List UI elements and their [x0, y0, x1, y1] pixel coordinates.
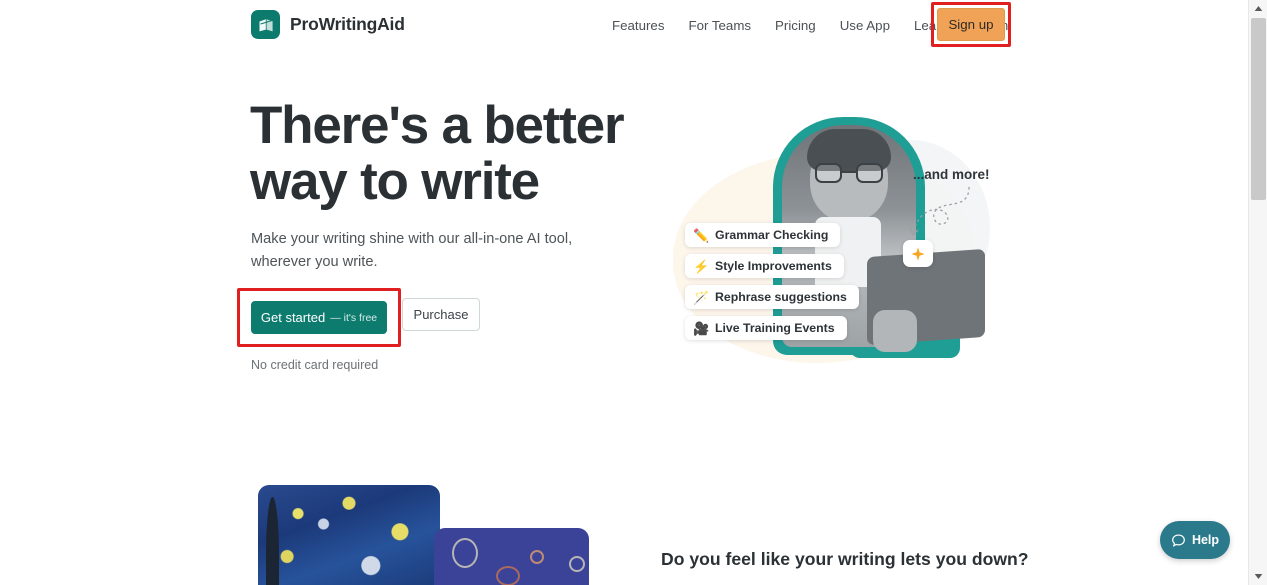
hero-illustration: ...and more! ✏️ Grammar Checking ⚡ Style… [655, 105, 1005, 370]
signup-button[interactable]: Sign up [937, 8, 1005, 41]
dotted-arrow-icon [909, 186, 970, 236]
brand-logo[interactable]: ProWritingAid [251, 10, 405, 39]
brand-name: ProWritingAid [290, 14, 405, 34]
feature-chip-label: Rephrase suggestions [715, 290, 847, 304]
feature-chip-style-improvements[interactable]: ⚡ Style Improvements [685, 254, 844, 278]
cypress-tree-shape [266, 497, 279, 585]
hero-subtitle: Make your writing shine with our all-in-… [251, 231, 573, 270]
nav-item-use-app[interactable]: Use App [828, 14, 902, 37]
starry-night-artwork [258, 485, 440, 585]
feature-chip-label: Style Improvements [715, 259, 832, 273]
video-camera-icon: 🎥 [693, 320, 710, 336]
magic-wand-icon: 🪄 [693, 289, 710, 305]
page-root: ProWritingAid Features For Teams Pricing… [0, 0, 1267, 585]
get-started-button[interactable]: Get started — it's free [251, 301, 387, 334]
signup-button-container: Sign up [931, 2, 1011, 47]
blue-spirals-artwork [434, 528, 589, 585]
vertical-scrollbar[interactable] [1248, 0, 1267, 585]
get-started-label: Get started [260, 310, 326, 325]
nav-item-features[interactable]: Features [600, 14, 676, 37]
get-started-container: Get started — it's free [237, 288, 401, 347]
purchase-button[interactable]: Purchase [402, 298, 480, 331]
no-credit-card-note: No credit card required [251, 358, 379, 372]
hero-title-line-2: way to write [250, 151, 540, 211]
nav-item-pricing[interactable]: Pricing [763, 14, 828, 37]
feature-chip-rephrase-suggestions[interactable]: 🪄 Rephrase suggestions [685, 285, 859, 309]
pencil-icon: ✏️ [693, 227, 710, 243]
hero-title-line-1: There's a better [250, 96, 625, 155]
feature-chip-label: Grammar Checking [715, 228, 829, 242]
feature-chip-live-training-events[interactable]: 🎥 Live Training Events [685, 316, 847, 340]
help-widget-label: Help [1191, 533, 1220, 547]
feature-chip-label: Live Training Events [715, 321, 835, 335]
book-logo-icon [251, 10, 280, 39]
nav-item-for-teams[interactable]: For Teams [676, 14, 763, 37]
lightning-icon: ⚡ [693, 258, 710, 274]
feature-chip-grammar-checking[interactable]: ✏️ Grammar Checking [685, 223, 841, 247]
help-widget-button[interactable]: Help [1160, 521, 1230, 559]
scroll-up-button[interactable] [1249, 0, 1267, 17]
chat-bubble-icon [1172, 533, 1185, 547]
and-more-annotation: ...and more! [913, 167, 990, 182]
section-heading: Do you feel like your writing lets you d… [661, 549, 1029, 569]
page-title: There's a better way to write [250, 98, 680, 209]
scrollbar-thumb[interactable] [1251, 18, 1266, 200]
glasses-icon [813, 163, 885, 183]
feature-chip-list: ✏️ Grammar Checking ⚡ Style Improvements… [685, 223, 859, 340]
site-header: ProWritingAid Features For Teams Pricing… [0, 0, 1248, 49]
get-started-suffix: — it's free [330, 311, 378, 324]
scroll-down-button[interactable] [1249, 568, 1267, 585]
person-hand [873, 310, 917, 352]
